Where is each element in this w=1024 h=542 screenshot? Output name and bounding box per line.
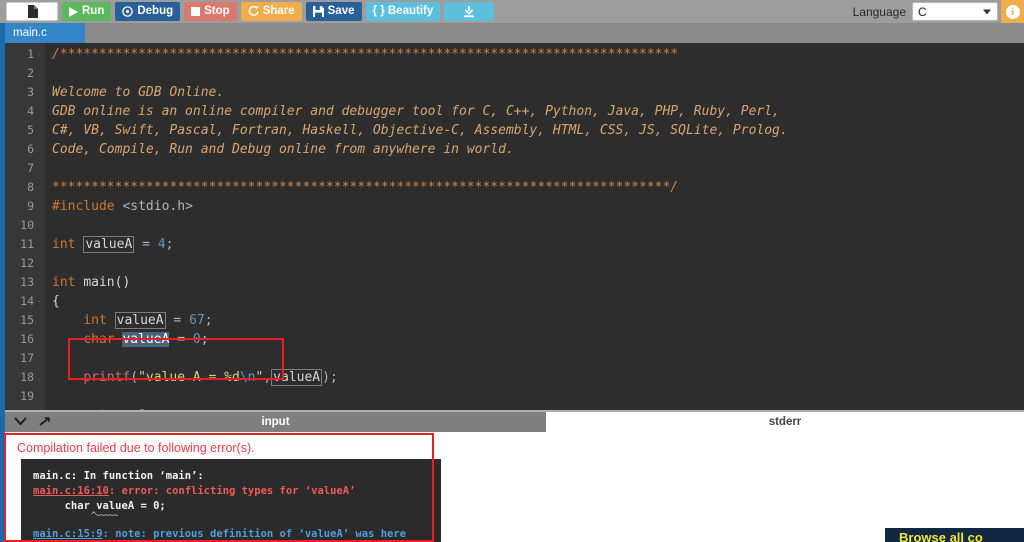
output-panel-tabbar: input stderr [0, 410, 1024, 432]
line-number: 6 [27, 142, 34, 156]
source-location-link[interactable]: main.c:15:9 [33, 528, 103, 540]
tab-main-c[interactable]: main.c [5, 23, 85, 43]
chevron-down-icon [13, 416, 27, 425]
code-line[interactable]: int valueA = 67; [52, 311, 213, 330]
download-icon [464, 5, 475, 17]
error-caret-marker: ^~~~~~ [91, 511, 118, 521]
save-button-label: Save [327, 4, 355, 17]
code-line[interactable]: Code, Compile, Run and Debug online from… [52, 140, 514, 159]
line-number: 11 [20, 237, 34, 251]
line-number: 17 [20, 351, 34, 365]
debug-target-icon [122, 6, 134, 17]
chevron-down-icon [983, 9, 991, 14]
code-line[interactable]: C#, VB, Swift, Pascal, Fortran, Haskell,… [52, 121, 788, 140]
document-icon [27, 5, 38, 18]
line-number: 16 [20, 332, 34, 346]
code-fold-marker[interactable]: · [35, 292, 43, 311]
tabbar-empty-area [85, 23, 1024, 43]
share-button[interactable]: Share [240, 2, 302, 21]
promo-banner[interactable]: Browse all co [885, 528, 1024, 542]
expand-diagonal-icon [38, 416, 50, 426]
run-button[interactable]: Run [62, 2, 112, 21]
compiler-console: main.c: In function ‘main’: main.c:16:10:… [21, 459, 441, 542]
code-line[interactable]: GDB online is an online compiler and deb… [52, 102, 780, 121]
code-fold-marker[interactable]: · [35, 45, 43, 64]
beautify-button[interactable]: { } Beautify [365, 2, 441, 21]
line-number: 18 [20, 370, 34, 384]
line-number: 1 [27, 47, 34, 61]
save-button[interactable]: Save [305, 2, 362, 21]
language-select[interactable]: C [912, 2, 998, 21]
beautify-button-label: { } Beautify [372, 4, 434, 17]
share-button-label: Share [262, 4, 295, 17]
info-icon: i [1005, 4, 1020, 19]
output-inner: Compilation failed due to following erro… [5, 432, 1024, 542]
console-error-line: main.c:16:10: error: conflicting types f… [33, 485, 356, 497]
line-number: 12 [20, 256, 34, 270]
source-location-link[interactable]: main.c:16:10 [33, 485, 109, 497]
run-button-label: Run [82, 4, 105, 17]
line-number: 19 [20, 389, 34, 403]
promo-banner-label: Browse all co [899, 530, 983, 542]
code-line[interactable]: int valueA = 4; [52, 235, 173, 254]
main-toolbar: Run Debug Stop Share Save { } Beautify L… [0, 0, 1024, 23]
code-editor[interactable]: 1·234567891011121314·151617181920 /*****… [0, 43, 1024, 410]
new-file-button[interactable] [6, 2, 58, 21]
stop-button-label: Stop [204, 4, 230, 17]
code-line[interactable]: char valueA = 0; [52, 330, 209, 349]
collapse-panel-button[interactable] [9, 412, 31, 430]
code-line[interactable]: #include <stdio.h> [52, 197, 193, 216]
stop-square-icon [191, 7, 201, 16]
tab-stderr[interactable]: stderr [546, 412, 1024, 432]
line-number: 14 [20, 294, 34, 308]
download-button[interactable] [444, 2, 495, 21]
info-button[interactable]: i [1001, 0, 1024, 23]
line-number: 7 [27, 161, 34, 175]
debug-button[interactable]: Debug [115, 2, 181, 21]
console-note-line: main.c:15:9: note: previous definition o… [33, 528, 406, 540]
compilation-error-headline: Compilation failed due to following erro… [17, 441, 255, 455]
line-number: 10 [20, 218, 34, 232]
line-number: 13 [20, 275, 34, 289]
code-line[interactable]: printf("value A = %d\n", valueA); [52, 368, 338, 387]
code-line[interactable]: ****************************************… [52, 178, 678, 197]
output-panel: Compilation failed due to following erro… [0, 432, 1024, 542]
language-label: Language [852, 4, 906, 19]
language-select-value: C [918, 4, 927, 19]
share-icon [248, 6, 259, 16]
code-line[interactable]: Welcome to GDB Online. [52, 83, 224, 102]
line-number: 3 [27, 85, 34, 99]
code-line[interactable]: int main() [52, 273, 130, 292]
floppy-save-icon [312, 6, 324, 17]
code-line[interactable]: /***************************************… [52, 45, 678, 64]
stop-button[interactable]: Stop [184, 2, 237, 21]
line-number: 8 [27, 180, 34, 194]
play-icon [69, 6, 78, 17]
line-number: 4 [27, 104, 34, 118]
debug-button-label: Debug [137, 4, 174, 17]
console-text-line: main.c: In function ‘main’: [33, 470, 204, 482]
tab-input[interactable]: input [5, 412, 546, 432]
expand-panel-button[interactable] [33, 412, 55, 430]
line-number-gutter: 1·234567891011121314·151617181920 [5, 43, 45, 410]
line-number: 5 [27, 123, 34, 137]
line-number: 15 [20, 313, 34, 327]
file-tab-bar: main.c [0, 23, 1024, 43]
code-text-area[interactable]: /***************************************… [45, 43, 1024, 410]
line-number: 2 [27, 66, 34, 80]
code-line[interactable]: { [52, 292, 60, 311]
line-number: 9 [27, 199, 34, 213]
